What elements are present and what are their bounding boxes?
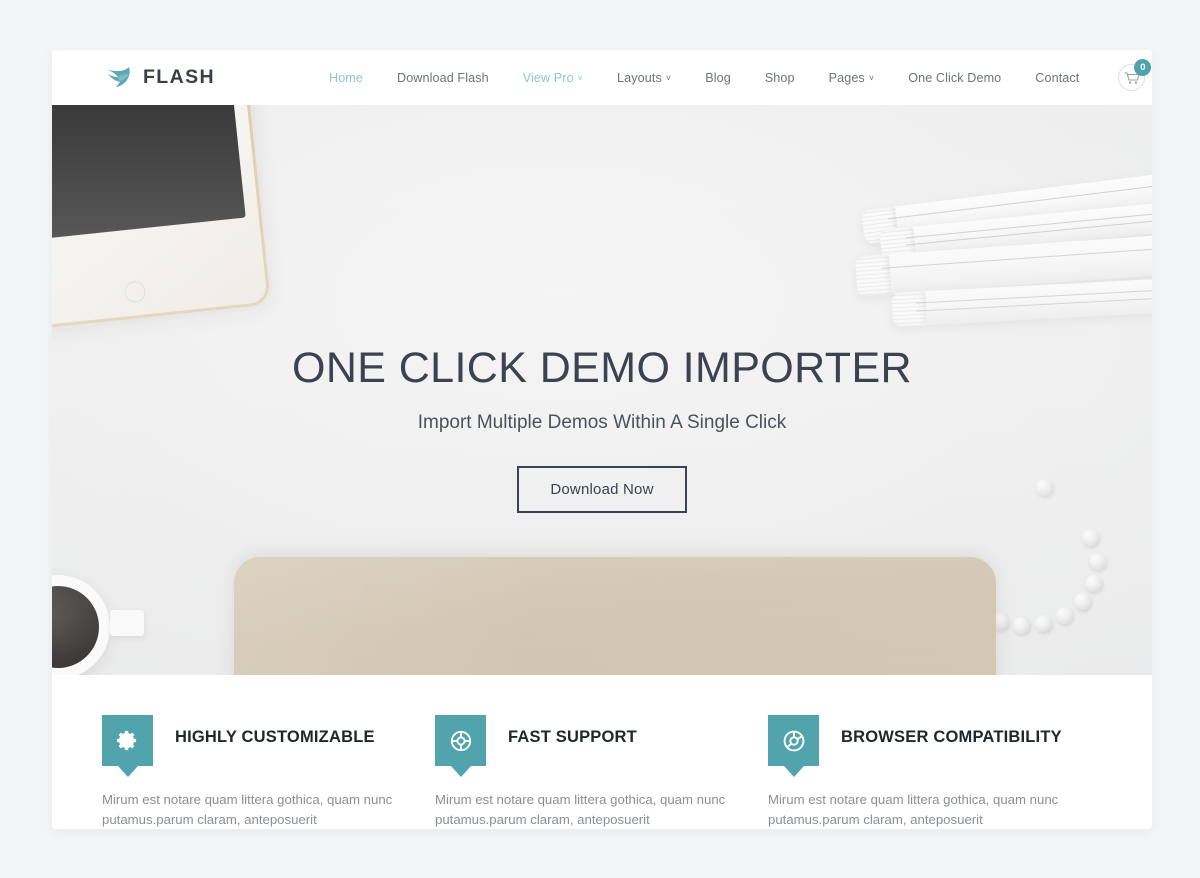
- feature-header: FAST SUPPORT: [435, 715, 758, 766]
- nav-item-label: Blog: [705, 70, 731, 85]
- hero-section: ONE CLICK DEMO IMPORTER Import Multiple …: [52, 105, 1152, 675]
- nav-item-home[interactable]: Home: [312, 71, 380, 85]
- nav-item-label: Pages: [828, 70, 865, 85]
- main-nav: Home Download Flash View Pro ˅ Layouts ˅…: [312, 71, 1096, 85]
- chevron-down-icon: ˅: [577, 73, 584, 83]
- header-tools: 0: [1118, 59, 1152, 91]
- chrome-browser-icon: [783, 730, 804, 751]
- features-section: HIGHLY CUSTOMIZABLE Mirum est notare qua…: [52, 675, 1152, 829]
- nav-item-view-pro[interactable]: View Pro ˅: [506, 71, 600, 85]
- lifebuoy-icon: [450, 730, 471, 751]
- feature-title: FAST SUPPORT: [508, 728, 637, 746]
- feature-icon-badge[interactable]: [435, 715, 486, 766]
- nav-item-blog[interactable]: Blog: [688, 71, 748, 85]
- nav-item-label: Layouts: [617, 70, 662, 85]
- nav-item-label: One Click Demo: [908, 70, 1002, 85]
- chevron-down-icon: ˅: [868, 73, 875, 83]
- download-now-button[interactable]: Download Now: [517, 466, 687, 514]
- feature-title: HIGHLY CUSTOMIZABLE: [175, 728, 375, 746]
- feature-icon-badge[interactable]: [768, 715, 819, 766]
- nav-item-label: Contact: [1035, 70, 1080, 85]
- nav-item-download-flash[interactable]: Download Flash: [380, 71, 506, 85]
- nav-item-shop[interactable]: Shop: [748, 71, 812, 85]
- site-header: FLASH Home Download Flash View Pro ˅ Lay…: [52, 50, 1152, 105]
- nav-item-one-click-demo[interactable]: One Click Demo: [891, 71, 1018, 85]
- feature-description: Mirum est notare quam littera gothica, q…: [435, 792, 726, 828]
- hero-content: ONE CLICK DEMO IMPORTER Import Multiple …: [52, 344, 1152, 514]
- nav-item-label: Home: [329, 70, 363, 85]
- gear-icon: [116, 730, 137, 751]
- feature-title: BROWSER COMPATIBILITY: [841, 728, 1062, 746]
- nav-item-label: Download Flash: [397, 70, 489, 85]
- nav-item-contact[interactable]: Contact: [1018, 71, 1096, 85]
- feature-card: HIGHLY CUSTOMIZABLE Mirum est notare qua…: [102, 715, 435, 829]
- feature-card: BROWSER COMPATIBILITY Mirum est notare q…: [768, 715, 1101, 829]
- nav-item-label: Shop: [764, 70, 795, 85]
- brand-logo[interactable]: FLASH: [102, 65, 215, 91]
- page-card: FLASH Home Download Flash View Pro ˅ Lay…: [52, 50, 1152, 829]
- feature-description: Mirum est notare quam littera gothica, q…: [102, 792, 393, 828]
- chevron-down-icon: ˅: [665, 73, 672, 83]
- feature-header: HIGHLY CUSTOMIZABLE: [102, 715, 425, 766]
- feature-header: BROWSER COMPATIBILITY: [768, 715, 1091, 766]
- hero-subtitle: Import Multiple Demos Within A Single Cl…: [417, 412, 787, 434]
- brand-name: FLASH: [143, 66, 215, 88]
- nav-item-pages[interactable]: Pages ˅: [812, 71, 892, 85]
- cart-count-badge: 0: [1134, 59, 1152, 76]
- hummingbird-icon: [103, 66, 130, 87]
- feature-description: Mirum est notare quam littera gothica, q…: [768, 792, 1059, 828]
- feature-icon-badge[interactable]: [102, 715, 153, 766]
- cart-button[interactable]: 0: [1118, 59, 1152, 91]
- feature-card: FAST SUPPORT Mirum est notare quam litte…: [435, 715, 768, 829]
- nav-item-layouts[interactable]: Layouts ˅: [600, 71, 688, 85]
- hero-title: ONE CLICK DEMO IMPORTER: [291, 344, 913, 392]
- nav-item-label: View Pro: [522, 70, 574, 85]
